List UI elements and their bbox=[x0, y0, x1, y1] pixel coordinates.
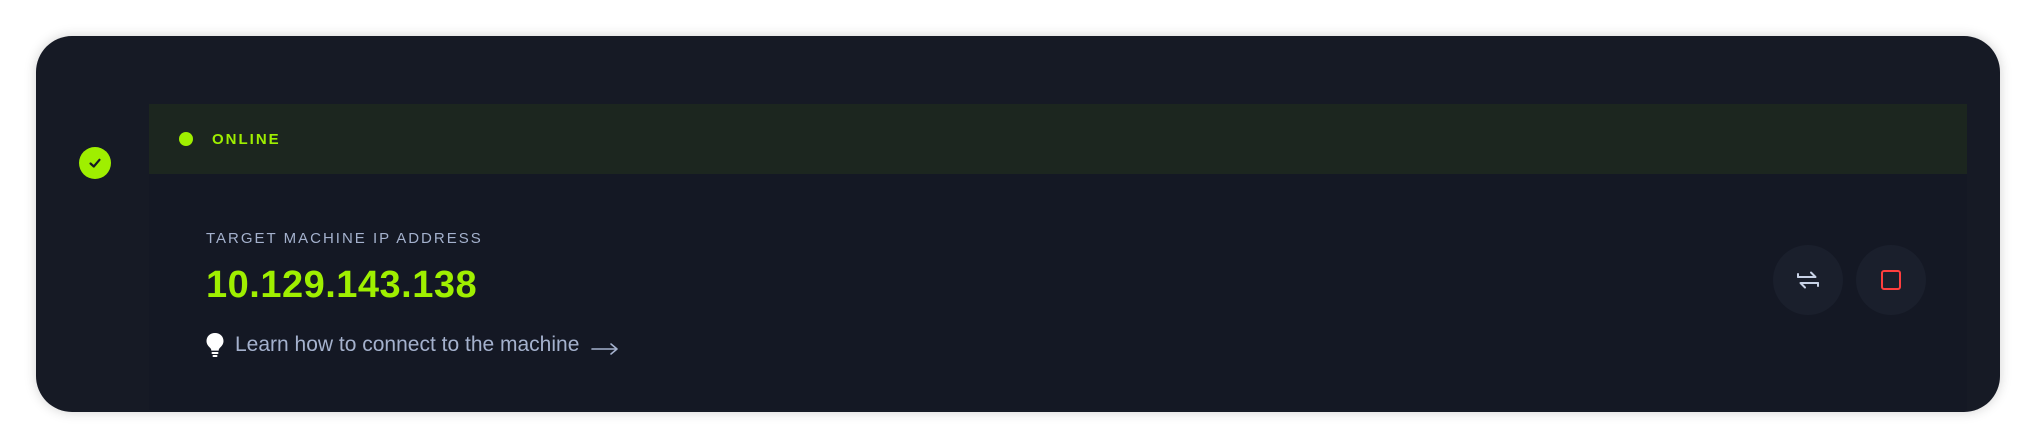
ip-address-value[interactable]: 10.129.143.138 bbox=[206, 264, 477, 307]
status-dot bbox=[179, 132, 193, 146]
connect-help-link[interactable]: Learn how to connect to the machine bbox=[205, 332, 619, 358]
arrow-right-icon bbox=[591, 338, 619, 355]
ip-address-label: TARGET MACHINE IP ADDRESS bbox=[206, 230, 483, 247]
status-bar: ONLINE bbox=[149, 104, 1967, 174]
check-badge bbox=[79, 147, 111, 179]
lightbulb-icon bbox=[205, 332, 225, 358]
stop-machine-button[interactable] bbox=[1856, 245, 1926, 315]
reset-machine-button[interactable] bbox=[1773, 245, 1843, 315]
machine-card: ONLINE TARGET MACHINE IP ADDRESS 10.129.… bbox=[36, 36, 2000, 412]
machine-panel: ONLINE TARGET MACHINE IP ADDRESS 10.129.… bbox=[149, 104, 1967, 410]
status-label: ONLINE bbox=[212, 130, 281, 148]
reset-icon bbox=[1797, 271, 1819, 289]
check-icon bbox=[89, 158, 101, 168]
connect-help-label: Learn how to connect to the machine bbox=[235, 333, 580, 356]
stop-icon bbox=[1881, 270, 1901, 290]
